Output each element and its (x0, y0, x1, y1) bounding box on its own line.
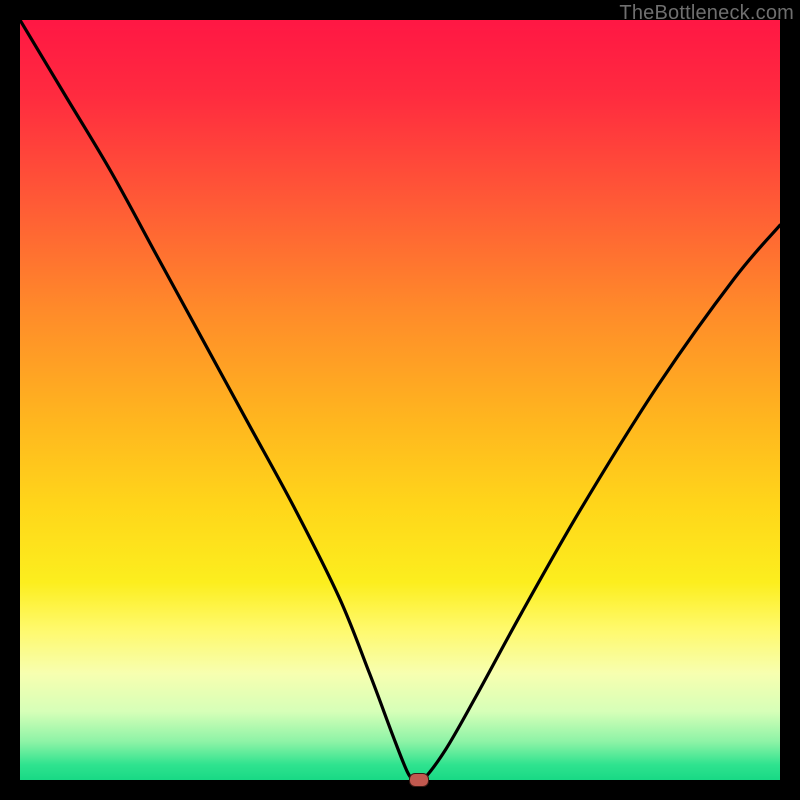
watermark-text: TheBottleneck.com (619, 2, 794, 25)
optimal-point-marker (409, 773, 429, 787)
bottleneck-curve (20, 20, 780, 780)
chart-frame: TheBottleneck.com (0, 0, 800, 800)
plot-area (20, 20, 780, 780)
